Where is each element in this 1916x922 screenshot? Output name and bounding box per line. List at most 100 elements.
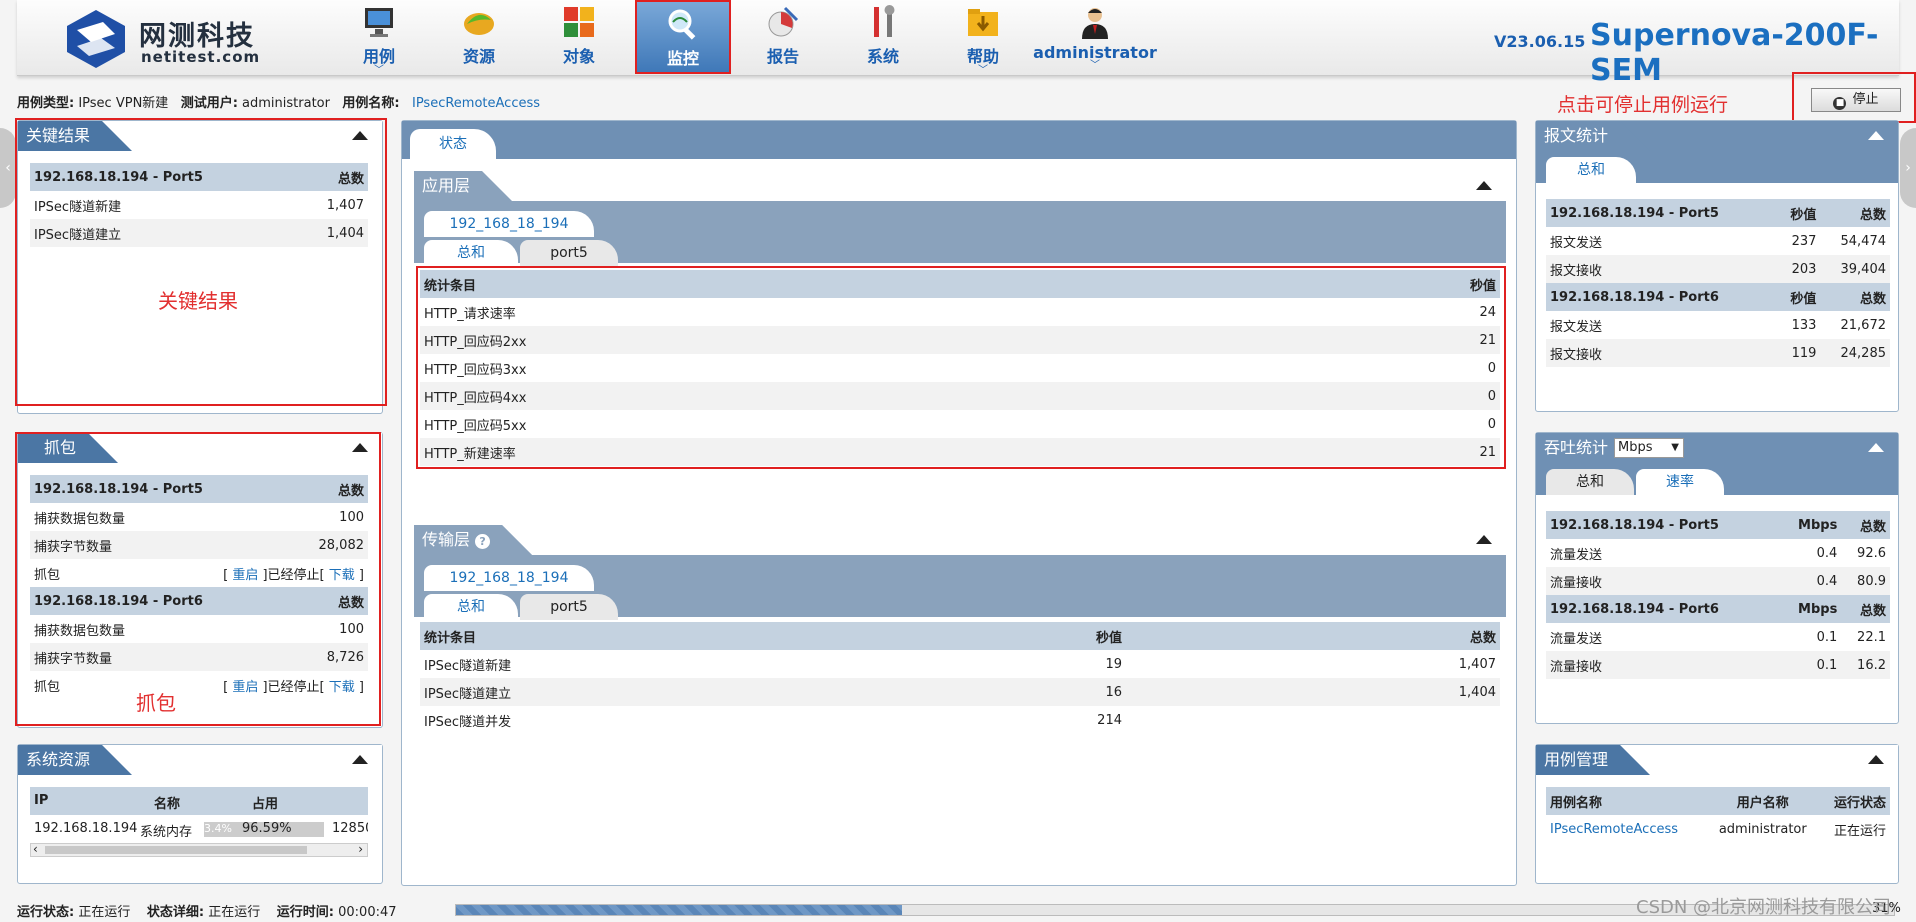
tab-rate[interactable]: 速率 xyxy=(1636,469,1724,495)
row-value: 0.1 xyxy=(1816,629,1838,645)
nav-objects[interactable]: 对象 xyxy=(529,0,629,74)
nav-monitor[interactable]: 监控 xyxy=(635,0,731,74)
tab-port5[interactable]: port5 xyxy=(520,240,618,266)
table-header-cell: 用户名称 xyxy=(1706,787,1820,815)
row-total: 22.1 xyxy=(1857,629,1886,645)
nav-label: 资源 xyxy=(462,47,495,66)
table-header-cell: 秒值 xyxy=(806,622,1126,650)
scroll-left-icon[interactable]: ‹ xyxy=(33,842,38,856)
horizontal-scrollbar[interactable]: ‹ › xyxy=(30,842,368,857)
table-row: 报文接收 203 39,404 xyxy=(1546,255,1890,283)
monitor-magnifier-icon xyxy=(668,9,696,40)
row-ip: 192.168.18.194 xyxy=(34,821,138,836)
row-extra: 12850 xyxy=(332,821,368,836)
panel-title: 系统资源 xyxy=(18,745,132,775)
case-info-bar: 用例类型: IPsec VPN新建 测试用户: administrator 用例… xyxy=(17,92,540,111)
row-label: 报文接收 xyxy=(1546,339,1777,367)
nav-help[interactable]: 帮助 ﹀ xyxy=(933,0,1033,76)
table-header-cell: 用例名称 xyxy=(1546,787,1707,815)
nav-resources[interactable]: 资源 xyxy=(429,0,529,74)
run-state-label: 运行状态: xyxy=(17,905,75,920)
row-total: 1,404 xyxy=(1126,678,1500,706)
collapse-triangle-icon[interactable] xyxy=(1868,755,1884,764)
table-row: 流量发送 0.1 22.1 xyxy=(1546,623,1890,651)
case-type-label: 用例类型: xyxy=(17,96,75,111)
stop-button[interactable]: ■ 停止 xyxy=(1811,88,1901,112)
row-value: 19 xyxy=(1105,656,1122,672)
table-header-cell: 秒值 xyxy=(1776,283,1821,311)
run-time-label: 运行时间: xyxy=(276,905,334,920)
tab-total[interactable]: 总和 xyxy=(1546,157,1636,183)
annotation-box xyxy=(15,118,387,406)
table-row: IPSec隧道新建 19 1,407 xyxy=(420,650,1500,678)
scroll-right-icon[interactable]: › xyxy=(358,842,363,856)
scroll-thumb[interactable] xyxy=(45,846,307,854)
help-folder-icon xyxy=(968,9,998,36)
case-management-table: 用例名称 用户名称 运行状态 IPsecRemoteAccess administra… xyxy=(1546,787,1890,843)
right-scroll-arrow[interactable]: › xyxy=(1900,128,1916,208)
nav-label: 监控 xyxy=(666,49,699,68)
help-icon[interactable]: ? xyxy=(475,534,490,549)
table-header-cell: 总数 xyxy=(1841,595,1890,623)
collapse-triangle-icon[interactable] xyxy=(352,755,368,764)
col-usage: 占用 xyxy=(252,797,279,812)
row-value: 16 xyxy=(806,678,1126,706)
left-scroll-arrow[interactable]: ‹ xyxy=(0,128,16,208)
tab-port5[interactable]: port5 xyxy=(520,594,618,620)
collapse-triangle-icon[interactable] xyxy=(1868,443,1884,452)
collapse-triangle-icon[interactable] xyxy=(1476,181,1492,190)
objects-blocks-icon xyxy=(564,7,594,37)
row-label: IPSec隧道并发 xyxy=(424,714,512,730)
section-title-text: 传输层 xyxy=(422,530,471,549)
tab-total[interactable]: 总和 xyxy=(1546,469,1634,495)
panel-header: 系统资源 xyxy=(18,745,382,775)
tab-host[interactable]: 192_168_18_194 xyxy=(424,565,594,591)
table-header-cell: 总数 xyxy=(1820,283,1890,311)
packet-stats-table: 192.168.18.194 - Port5 秒值 总数 报文发送 237 54,474… xyxy=(1546,199,1890,367)
test-user-label: 测试用户: xyxy=(180,96,238,111)
row-value: 237 xyxy=(1791,233,1817,249)
nav-system[interactable]: 系统 xyxy=(833,0,933,74)
collapse-triangle-icon[interactable] xyxy=(1868,131,1884,140)
table-header-cell: 192.168.18.194 - Port5 xyxy=(1546,511,1780,539)
tab-status[interactable]: 状态 xyxy=(410,129,496,159)
collapse-triangle-icon[interactable] xyxy=(1476,535,1492,544)
progress-fill xyxy=(456,905,902,915)
tab-total[interactable]: 总和 xyxy=(424,594,518,620)
nav-report[interactable]: 报告 xyxy=(733,0,833,74)
row-total: 39,404 xyxy=(1820,255,1890,283)
annotation-box xyxy=(416,266,1506,469)
status-tab-strip xyxy=(402,121,1516,159)
table-row: 流量接收 0.4 80.9 xyxy=(1546,567,1890,595)
case-name-link[interactable]: IPsecRemoteAccess xyxy=(412,96,540,111)
nav-user[interactable]: administrator ﹀ xyxy=(1033,0,1157,74)
row-label: 报文发送 xyxy=(1550,319,1603,335)
table-header-cell: 总数 xyxy=(1841,511,1890,539)
tab-total[interactable]: 总和 xyxy=(424,240,518,266)
table-row: 报文发送 133 21,672 xyxy=(1546,311,1890,339)
section-header: 传输层 ? xyxy=(414,525,1506,555)
row-label: 流量接收 xyxy=(1546,567,1780,595)
usage-prev: 3.4% xyxy=(204,822,232,835)
nav-testcase[interactable]: 用例 ﹀ xyxy=(329,0,429,76)
system-resources-panel: 系统资源 IP 名称 占用 192.168.18.194 系统内存 3.4% 9… xyxy=(17,744,383,884)
stop-hint-annotation: 点击可停止用例运行 xyxy=(1557,94,1729,116)
version-label: V23.06.15 xyxy=(1494,32,1586,51)
row-value: 203 xyxy=(1776,255,1821,283)
annotation-box xyxy=(15,432,381,726)
unit-select[interactable]: Mbps ▼ xyxy=(1614,438,1684,458)
throughput-table: 192.168.18.194 - Port5 Mbps 总数 流量发送 0.4 92.6… xyxy=(1546,511,1890,679)
table-row: 报文接收 119 24,285 xyxy=(1546,339,1890,367)
case-name-link[interactable]: IPsecRemoteAccess xyxy=(1546,815,1706,843)
nav-label: 对象 xyxy=(562,47,595,66)
col-ip: IP xyxy=(34,793,49,808)
row-total: 92.6 xyxy=(1857,545,1886,561)
transport-layer-table: 统计条目 秒值 总数 IPSec隧道新建 19 1,407 IPSec隧道建立 16 1,4… xyxy=(420,622,1500,734)
panel-title: 用例管理 xyxy=(1536,745,1650,775)
chevron-down-icon: ﹀ xyxy=(978,65,988,76)
usage-bar: 3.4% 96.59% xyxy=(204,821,324,837)
section-title: 传输层 ? xyxy=(414,525,532,555)
tab-host[interactable]: 192_168_18_194 xyxy=(424,211,594,237)
case-type-value: IPsec VPN新建 xyxy=(78,96,169,111)
status-bar: 运行状态: 正在运行 状态详细: 正在运行 运行时间: 00:00:47 xyxy=(17,901,397,920)
